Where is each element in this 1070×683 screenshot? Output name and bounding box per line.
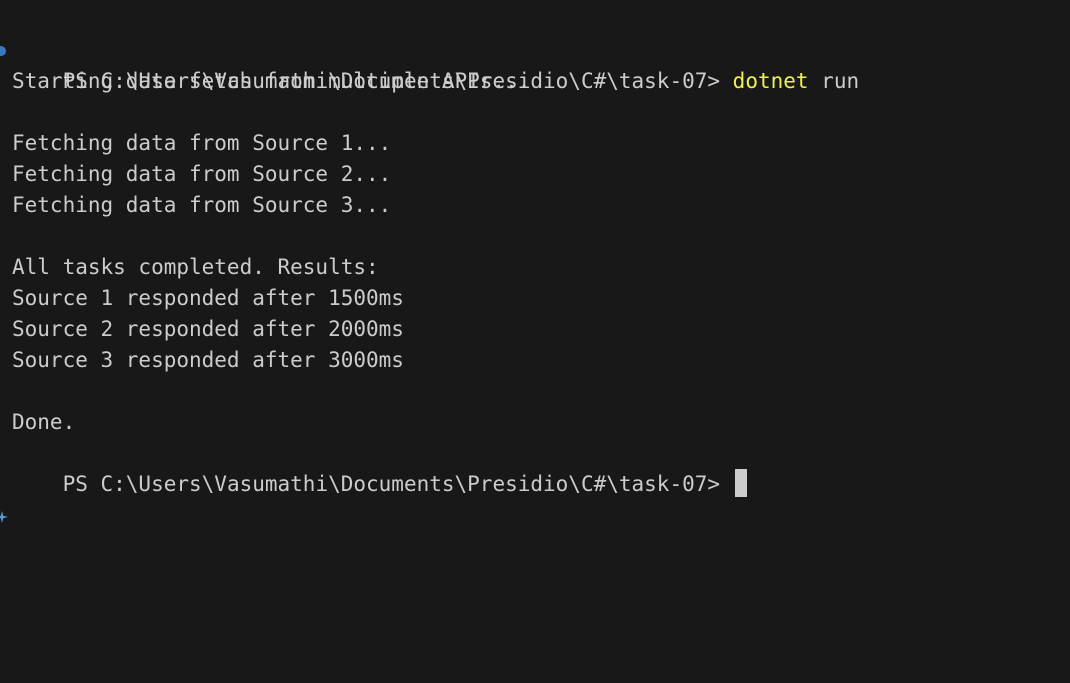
output-line: Done. [12, 410, 76, 434]
output-line: Source 1 responded after 1500ms [12, 286, 404, 310]
command-decoration-sparkle-icon[interactable] [0, 449, 8, 523]
terminal-cursor [734, 469, 747, 497]
output-line: Fetching data from Source 3... [12, 193, 392, 217]
output-line: Starting data fetch from multiple APIs..… [12, 69, 531, 93]
terminal-panel[interactable]: PS C:\Users\Vasumathi\Documents\Presidio… [0, 0, 1070, 683]
command-success-dot-icon[interactable] [0, 45, 6, 56]
output-line: All tasks completed. Results: [12, 255, 379, 279]
output-line: Source 3 responded after 3000ms [12, 348, 404, 372]
prompt-line-1: PS C:\Users\Vasumathi\Documents\Presidio… [0, 35, 1070, 93]
prompt-path: PS C:\Users\Vasumathi\Documents\Presidio… [62, 472, 733, 496]
prompt-line-2[interactable]: PS C:\Users\Vasumathi\Documents\Presidio… [0, 438, 1070, 523]
output-line: Fetching data from Source 1... [12, 131, 392, 155]
output-line: Source 2 responded after 2000ms [12, 317, 404, 341]
output-line: Fetching data from Source 2... [12, 162, 392, 186]
